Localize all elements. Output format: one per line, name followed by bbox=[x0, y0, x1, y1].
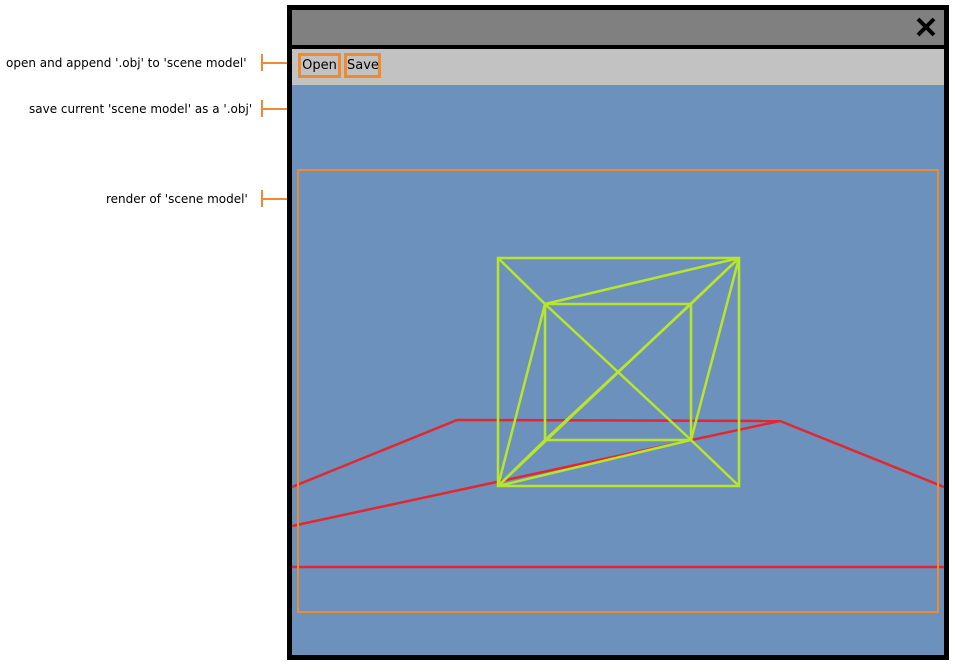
title-bar[interactable] bbox=[292, 10, 944, 49]
toolbar: Open Save bbox=[292, 49, 944, 85]
annotation-open: open and append '.obj' to 'scene model' bbox=[6, 56, 247, 70]
annotation-render: render of 'scene model' bbox=[106, 192, 248, 206]
annotation-open-tick bbox=[261, 54, 263, 71]
annotation-save-tick bbox=[261, 100, 263, 117]
close-icon[interactable] bbox=[914, 15, 938, 39]
open-button[interactable]: Open bbox=[298, 53, 341, 78]
save-button[interactable]: Save bbox=[344, 53, 381, 78]
annotation-render-tick bbox=[261, 190, 263, 207]
render-area-highlight bbox=[297, 169, 939, 613]
annotation-save: save current 'scene model' as a '.obj' bbox=[29, 102, 253, 116]
